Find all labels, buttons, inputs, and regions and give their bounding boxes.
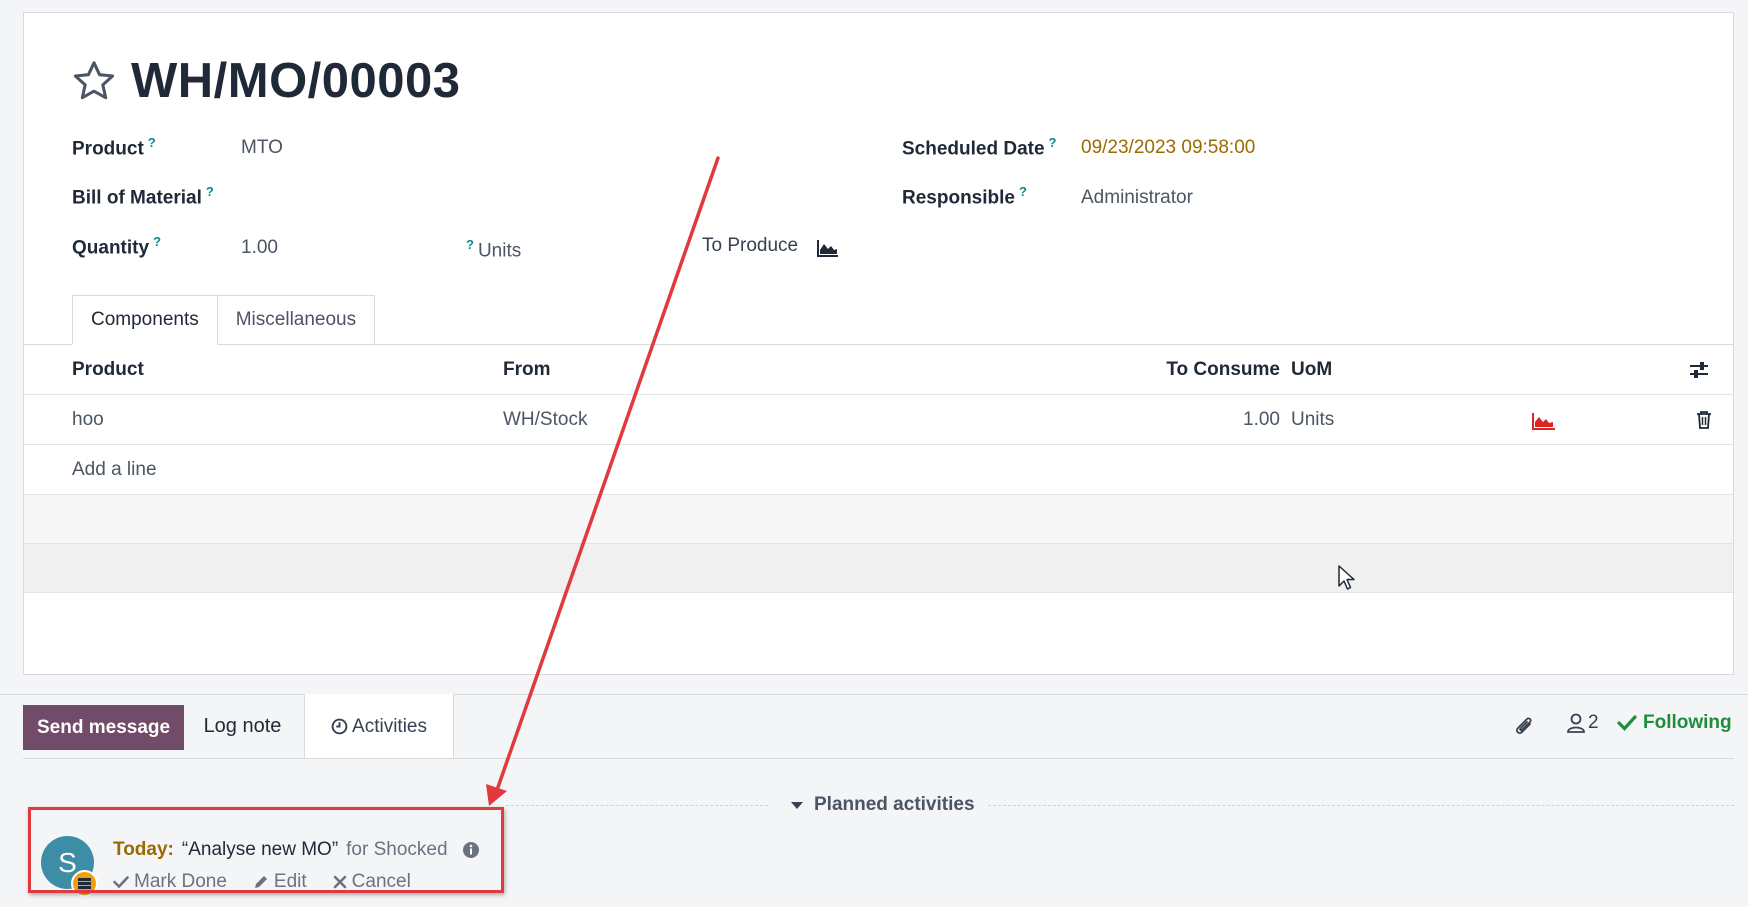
tab-components[interactable]: Components: [72, 295, 218, 345]
annotation-arrow: [486, 156, 720, 806]
